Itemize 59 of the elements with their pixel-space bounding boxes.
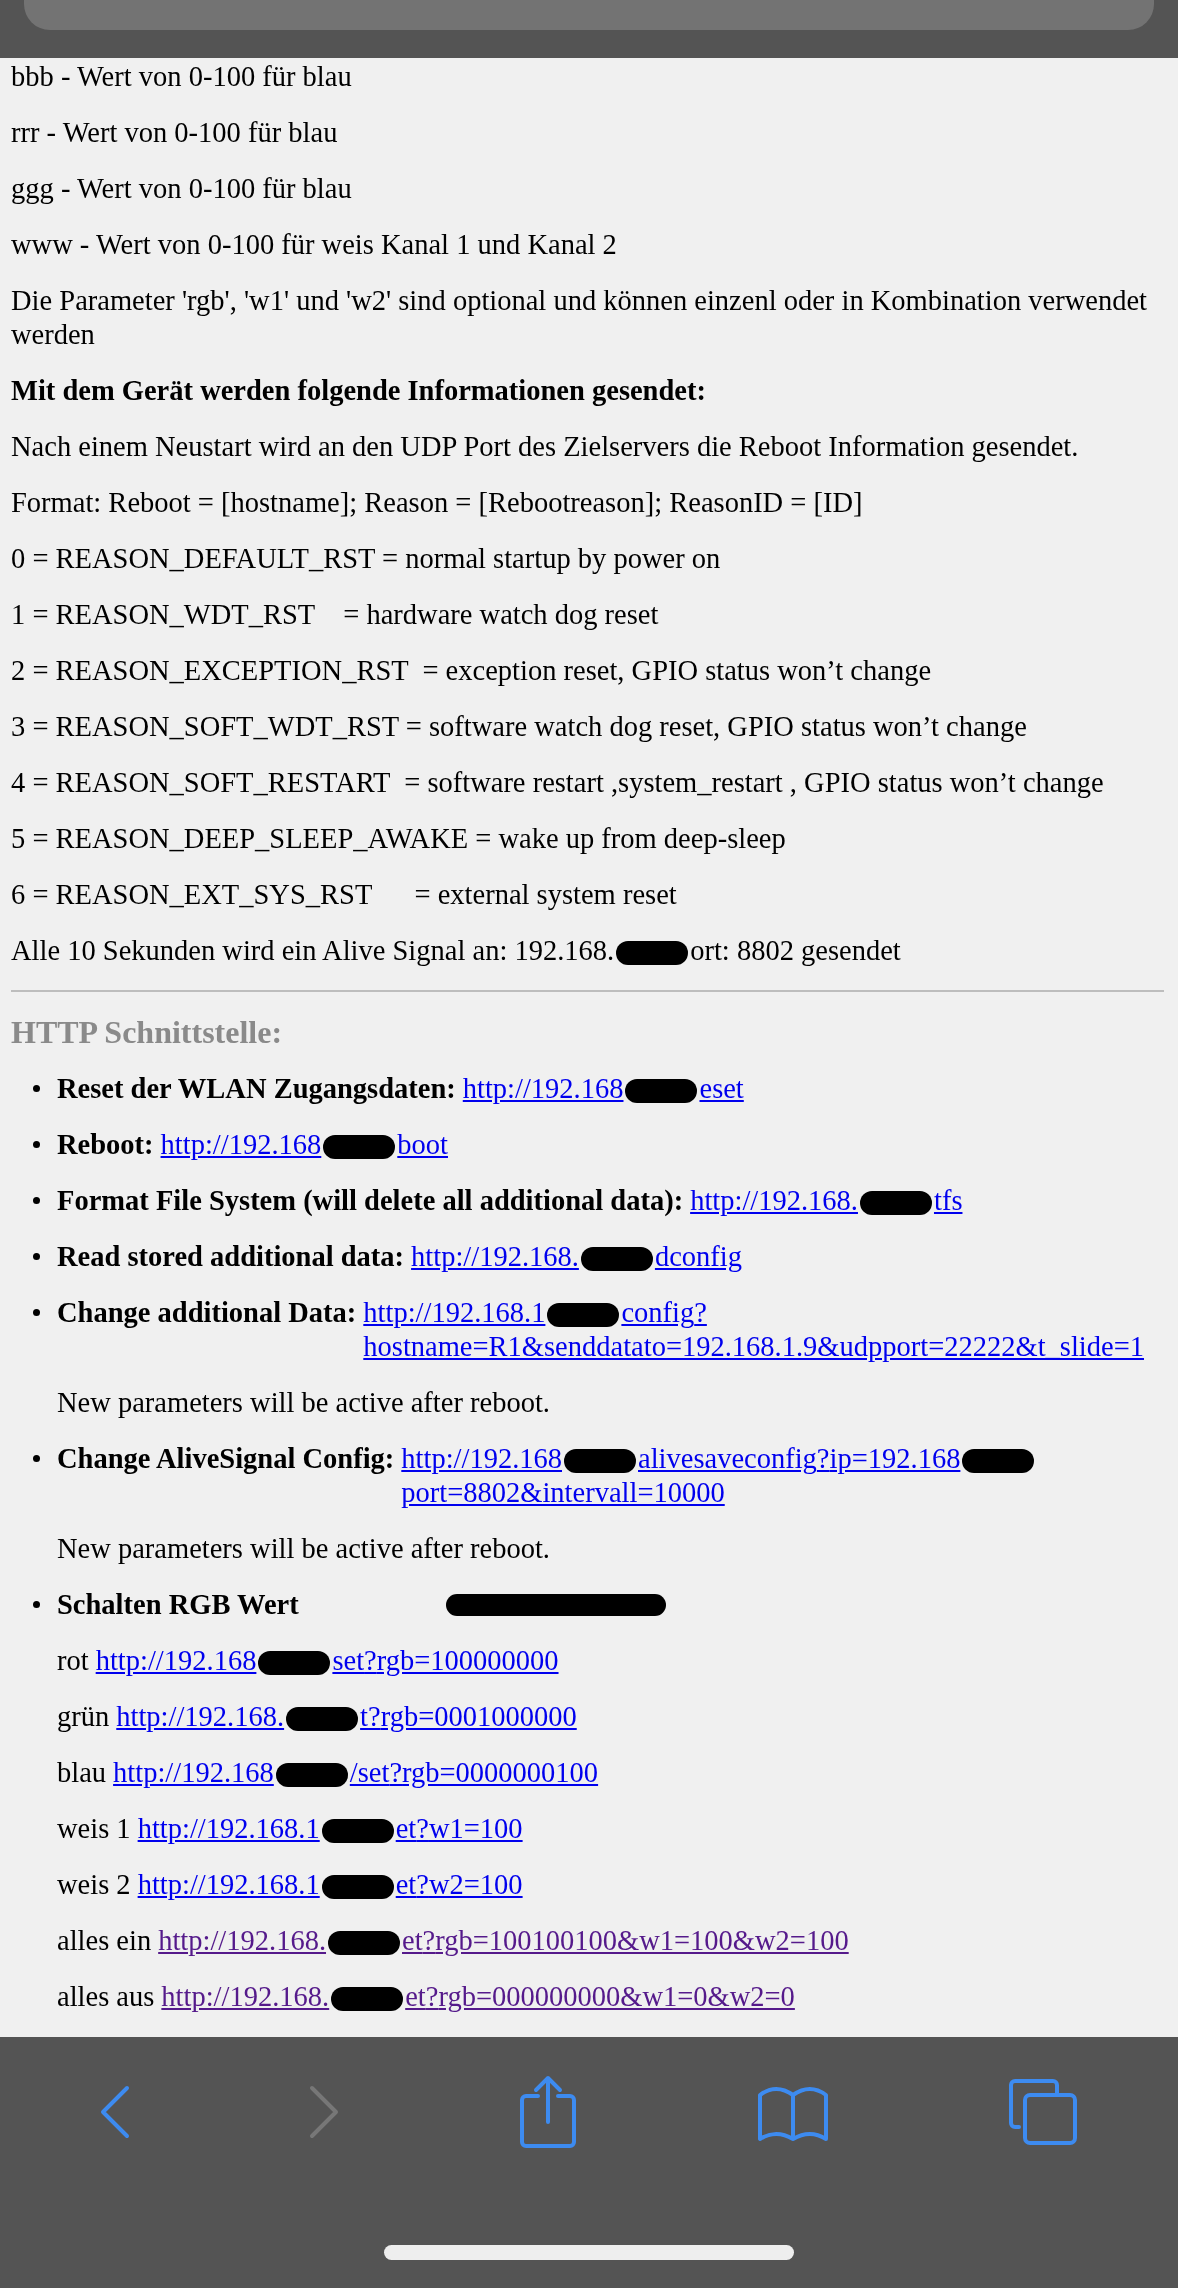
paragraph: Alle 10 Sekunden wird ein Alive Signal an: 192.168. ort: 8802 gesendet <box>11 934 902 968</box>
bullet-icon <box>33 1141 40 1148</box>
link[interactable]: http://192.168 set?rgb=100000000 <box>95 1644 559 1678</box>
color-label: alles aus <box>57 1981 155 2012</box>
color-label: blau <box>57 1757 107 1788</box>
paragraph: 2 = REASON_EXCEPTION_RST = exception reset, GPIO status won’t change <box>11 654 933 688</box>
paragraph: bbb - Wert von 0-100 für blau <box>11 60 353 94</box>
bullet-icon <box>33 1253 40 1260</box>
link[interactable]: http://192.168.1 et?w2=100 <box>137 1868 523 1902</box>
color-label: rot <box>57 1645 89 1676</box>
bullet-icon <box>33 1455 40 1462</box>
link[interactable]: http://192.168. tfs <box>690 1184 963 1218</box>
paragraph: 6 = REASON_EXT_SYS_RST = external system reset <box>11 878 678 912</box>
item-label: Format File System (will delete all additional data): <box>57 1184 684 1218</box>
bullet-icon <box>33 1197 40 1204</box>
forward-icon <box>308 2084 341 2140</box>
color-label: grün <box>57 1701 110 1732</box>
link[interactable]: http://192.168. et?rgb=000000000&w1=0&w2=0 <box>161 1980 795 2014</box>
redaction-mark <box>328 1931 400 1956</box>
paragraph: 0 = REASON_DEFAULT_RST = normal startup by power on <box>11 542 722 576</box>
link[interactable]: http://192.168. t?rgb=0001000000 <box>116 1700 577 1734</box>
section-heading: Mit dem Gerät werden folgende Informationen gesendet: <box>11 374 707 408</box>
paragraph: rrr - Wert von 0-100 für blau <box>11 116 339 150</box>
paragraph: 1 = REASON_WDT_RST = hardware watch dog reset <box>11 598 660 632</box>
link[interactable]: http://192.168 eset <box>462 1072 744 1106</box>
item-label: Change AliveSignal Config: <box>57 1442 395 1476</box>
link[interactable]: http://192.168.1 config?hostname=R1&senddatato=192.168.1.9&udpport=22222&t_slide=1 <box>363 1296 1164 1364</box>
bullet-icon <box>33 1309 40 1316</box>
paragraph: 5 = REASON_DEEP_SLEEP_AWAKE = wake up from deep-sleep <box>11 822 787 856</box>
color-label: alles ein <box>57 1925 152 1956</box>
item-label: Change additional Data: <box>57 1296 357 1330</box>
redaction-mark <box>564 1449 636 1474</box>
link[interactable]: http://192.168. et?rgb=100100100&w1=100&w2=100 <box>158 1924 849 1958</box>
paragraph: Nach einem Neustart wird an den UDP Port des Zielservers die Reboot Information gesendet. <box>11 430 1080 464</box>
color-label: weis 1 <box>57 1813 131 1844</box>
tabs-icon <box>1007 2077 1080 2147</box>
share-icon <box>518 2074 578 2150</box>
section-heading: HTTP Schnittstelle: <box>11 1014 284 1050</box>
item-label: Read stored additional data: <box>57 1240 405 1274</box>
paragraph: Die Parameter 'rgb', 'w1' und 'w2' sind optional und können einzenl oder in Kombination verwendet werden <box>11 284 1148 352</box>
link[interactable]: http://192.168 alivesaveconfig?ip=192.168 port=8802&intervall=10000 <box>401 1442 1164 1510</box>
link[interactable]: http://192.168.1 et?w1=100 <box>137 1812 523 1846</box>
item-label: Reboot: <box>57 1128 154 1162</box>
note-text: New parameters will be active after reboot. <box>57 1386 551 1420</box>
bullet-icon <box>33 1085 40 1092</box>
item-label: Schalten RGB Wert <box>57 1588 299 1622</box>
paragraph: www - Wert von 0-100 für weis Kanal 1 und Kanal 2 <box>11 228 618 262</box>
paragraph: 4 = REASON_SOFT_RESTART = software restart ,system_restart , GPIO status won’t change <box>11 766 1105 800</box>
link[interactable]: http://192.168 /set?rgb=0000000100 <box>113 1756 599 1790</box>
paragraph: ggg - Wert von 0-100 für blau <box>11 172 353 206</box>
link[interactable]: http://192.168. dconfig <box>411 1240 742 1274</box>
paragraph: 3 = REASON_SOFT_WDT_RST = software watch dog reset, GPIO status won’t change <box>11 710 1028 744</box>
bullet-icon <box>33 1601 40 1608</box>
link[interactable]: http://192.168 boot <box>160 1128 448 1162</box>
color-label: weis 2 <box>57 1869 131 1900</box>
paragraph: Format: Reboot = [hostname]; Reason = [Rebootreason]; ReasonID = [ID] <box>11 486 864 520</box>
back-icon <box>98 2084 131 2140</box>
note-text: New parameters will be active after reboot. <box>57 1532 551 1566</box>
item-label: Reset der WLAN Zugangsdaten: <box>57 1072 456 1106</box>
